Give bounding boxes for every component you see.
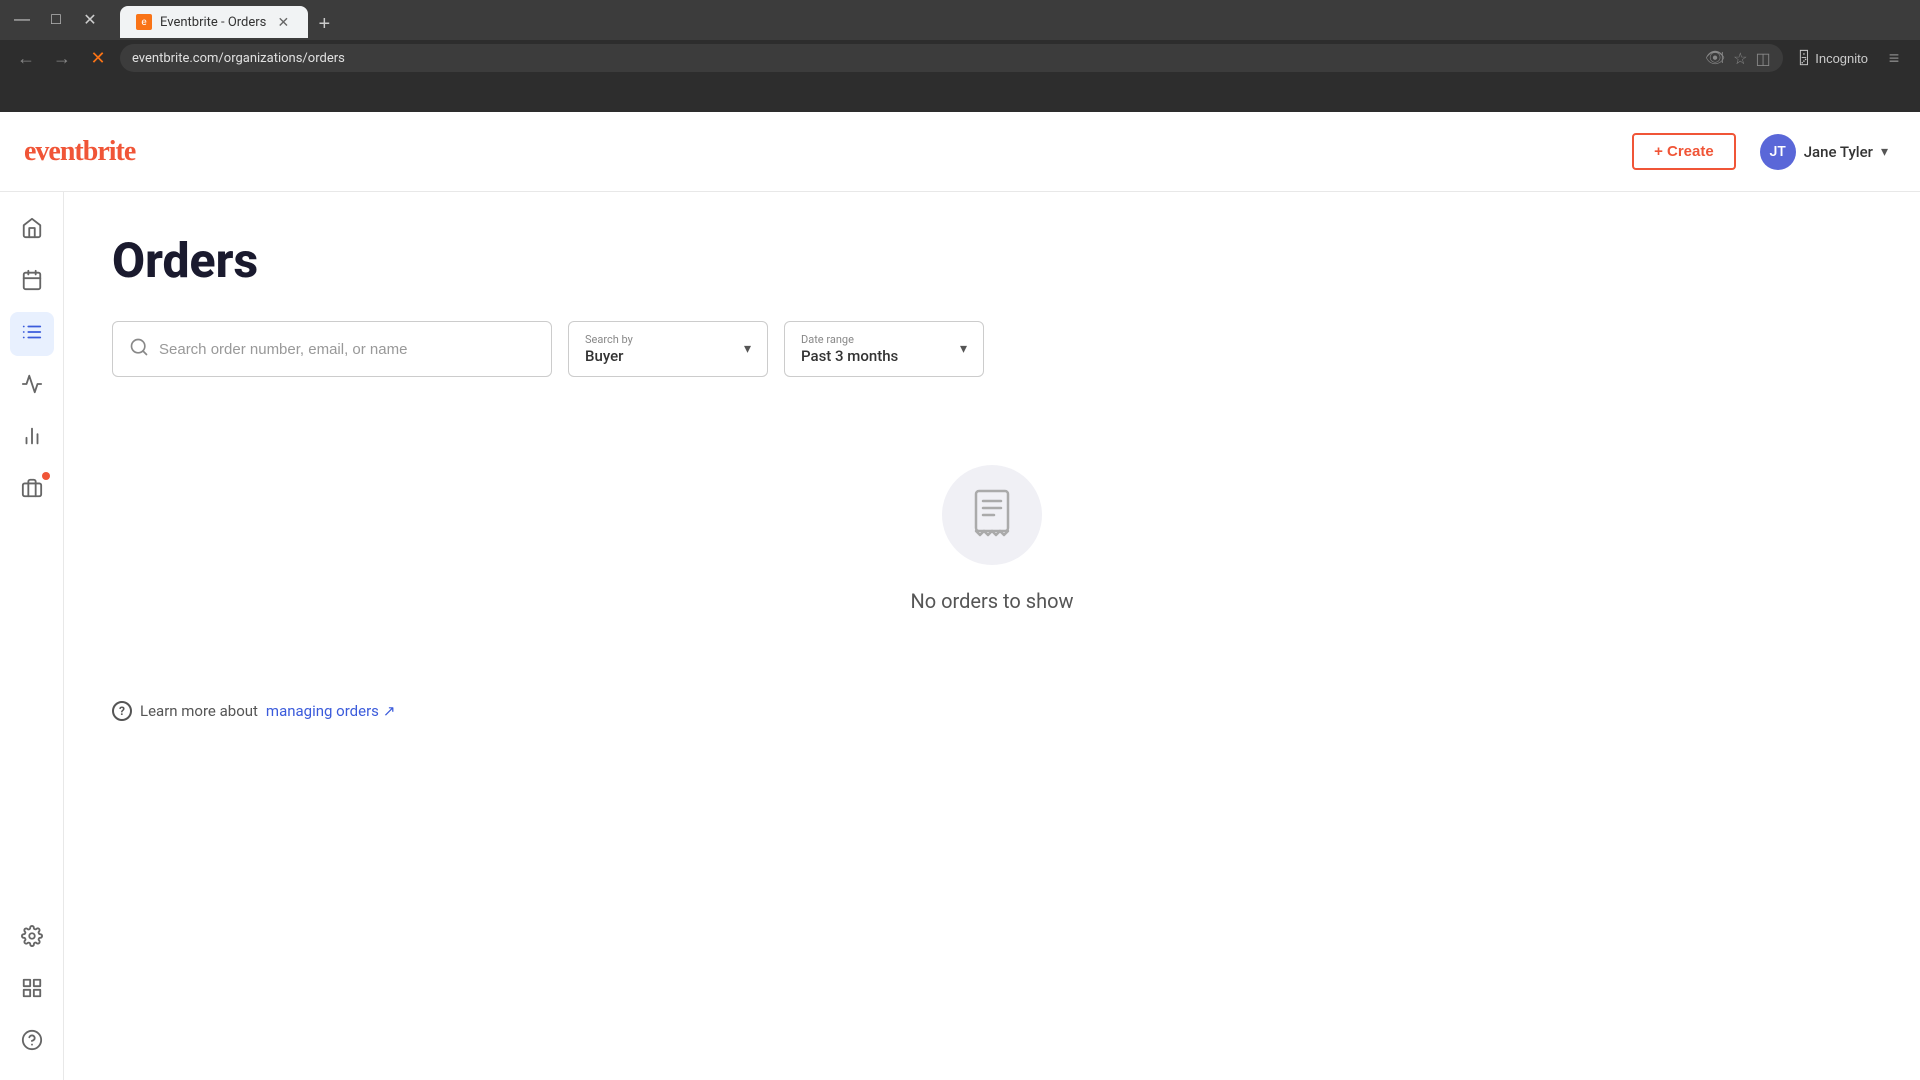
- date-range-dropdown[interactable]: Date range Past 3 months ▾: [784, 321, 984, 377]
- filters-row: Search by Buyer ▾ Date range Past 3 mont…: [112, 321, 1872, 377]
- sidebar-item-help[interactable]: [10, 1020, 54, 1064]
- tab-favicon: e: [136, 14, 152, 30]
- learn-more-prefix: Learn more about: [140, 702, 258, 720]
- eye-off-icon[interactable]: 👁︎⃒: [1705, 48, 1725, 68]
- close-button[interactable]: ✕: [76, 6, 104, 34]
- tab-bar: e Eventbrite - Orders ✕ +: [112, 2, 346, 38]
- learn-more-section: ? Learn more about managing orders ↗: [112, 701, 1872, 721]
- search-input[interactable]: [159, 341, 535, 358]
- sidebar-item-events[interactable]: [10, 260, 54, 304]
- finances-badge: [42, 472, 50, 480]
- browser-window-controls: ― □ ✕: [8, 6, 104, 34]
- browser-titlebar: ― □ ✕ e Eventbrite - Orders ✕ +: [0, 0, 1920, 40]
- page-title: Orders: [112, 232, 1872, 289]
- logo-text: eventbrite: [24, 136, 135, 167]
- orders-icon: [21, 321, 43, 348]
- main-content: Orders Search by Buyer ▾: [64, 192, 1920, 1080]
- search-by-value: Buyer: [585, 347, 633, 365]
- new-tab-button[interactable]: +: [310, 10, 338, 38]
- reload-button[interactable]: ✕: [84, 44, 112, 72]
- empty-state-message: No orders to show: [910, 589, 1073, 613]
- url-text: eventbrite.com/organizations/orders: [132, 51, 345, 66]
- browser-chrome: ― □ ✕ e Eventbrite - Orders ✕ + ← → ✕ ev…: [0, 0, 1920, 112]
- address-bar[interactable]: eventbrite.com/organizations/orders 👁︎⃒ …: [120, 44, 1783, 72]
- info-icon: ?: [112, 701, 132, 721]
- sidebar-item-apps[interactable]: [10, 968, 54, 1012]
- split-view-icon[interactable]: ◫: [1756, 49, 1771, 68]
- date-range-label-group: Date range Past 3 months: [801, 333, 898, 365]
- sidebar: [0, 192, 64, 1080]
- managing-orders-link[interactable]: managing orders ↗: [266, 702, 396, 720]
- sidebar-item-finances[interactable]: [10, 468, 54, 512]
- tab-close-button[interactable]: ✕: [274, 13, 292, 31]
- date-range-label: Date range: [801, 333, 898, 346]
- external-link-icon: ↗: [383, 702, 396, 720]
- user-avatar: JT: [1760, 134, 1796, 170]
- date-range-value: Past 3 months: [801, 347, 898, 365]
- search-box[interactable]: [112, 321, 552, 377]
- header-actions: + Create JT Jane Tyler ▾: [1632, 130, 1896, 174]
- incognito-button[interactable]: 🁭 Incognito: [1791, 46, 1876, 70]
- bookmark-icon[interactable]: ☆: [1733, 49, 1747, 68]
- analytics-icon: [21, 425, 43, 452]
- sidebar-item-marketing[interactable]: [10, 364, 54, 408]
- calendar-icon: [21, 269, 43, 296]
- sidebar-item-analytics[interactable]: [10, 416, 54, 460]
- create-button[interactable]: + Create: [1632, 133, 1736, 170]
- forward-button[interactable]: →: [48, 44, 76, 72]
- app-header: eventbrite + Create JT Jane Tyler ▾: [0, 112, 1920, 192]
- empty-state: No orders to show: [112, 425, 1872, 701]
- eventbrite-logo: eventbrite: [24, 136, 135, 168]
- back-button[interactable]: ←: [12, 44, 40, 72]
- tab-title: Eventbrite - Orders: [160, 15, 266, 30]
- sidebar-item-orders[interactable]: [10, 312, 54, 356]
- date-range-chevron-icon: ▾: [960, 341, 967, 357]
- active-tab[interactable]: e Eventbrite - Orders ✕: [120, 6, 308, 38]
- empty-state-icon-container: [942, 465, 1042, 565]
- help-icon: [21, 1029, 43, 1056]
- settings-icon: [21, 925, 43, 952]
- finances-icon: [21, 477, 43, 504]
- search-by-label-group: Search by Buyer: [585, 333, 633, 365]
- user-menu-chevron-icon: ▾: [1881, 144, 1888, 160]
- browser-nav-bar: ← → ✕ eventbrite.com/organizations/order…: [0, 40, 1920, 76]
- marketing-icon: [21, 373, 43, 400]
- maximize-button[interactable]: □: [42, 6, 70, 34]
- nav-right-actions: 🁭 Incognito ≡: [1791, 44, 1908, 72]
- incognito-icon: 🁭: [1799, 50, 1810, 66]
- search-by-dropdown[interactable]: Search by Buyer ▾: [568, 321, 768, 377]
- search-by-chevron-icon: ▾: [744, 341, 751, 357]
- sidebar-item-settings[interactable]: [10, 916, 54, 960]
- address-bar-icons: 👁︎⃒ ☆ ◫: [1705, 48, 1771, 68]
- incognito-label: Incognito: [1815, 51, 1868, 66]
- app-body: Orders Search by Buyer ▾: [0, 192, 1920, 1080]
- receipt-icon: [966, 487, 1018, 543]
- home-icon: [21, 217, 43, 244]
- search-icon: [129, 337, 149, 362]
- apps-icon: [21, 977, 43, 1004]
- extensions-button[interactable]: ≡: [1880, 44, 1908, 72]
- user-name: Jane Tyler: [1804, 143, 1873, 161]
- sidebar-item-home[interactable]: [10, 208, 54, 252]
- user-menu[interactable]: JT Jane Tyler ▾: [1752, 130, 1896, 174]
- search-by-label: Search by: [585, 333, 633, 346]
- minimize-button[interactable]: ―: [8, 6, 36, 34]
- managing-orders-link-text: managing orders: [266, 702, 379, 720]
